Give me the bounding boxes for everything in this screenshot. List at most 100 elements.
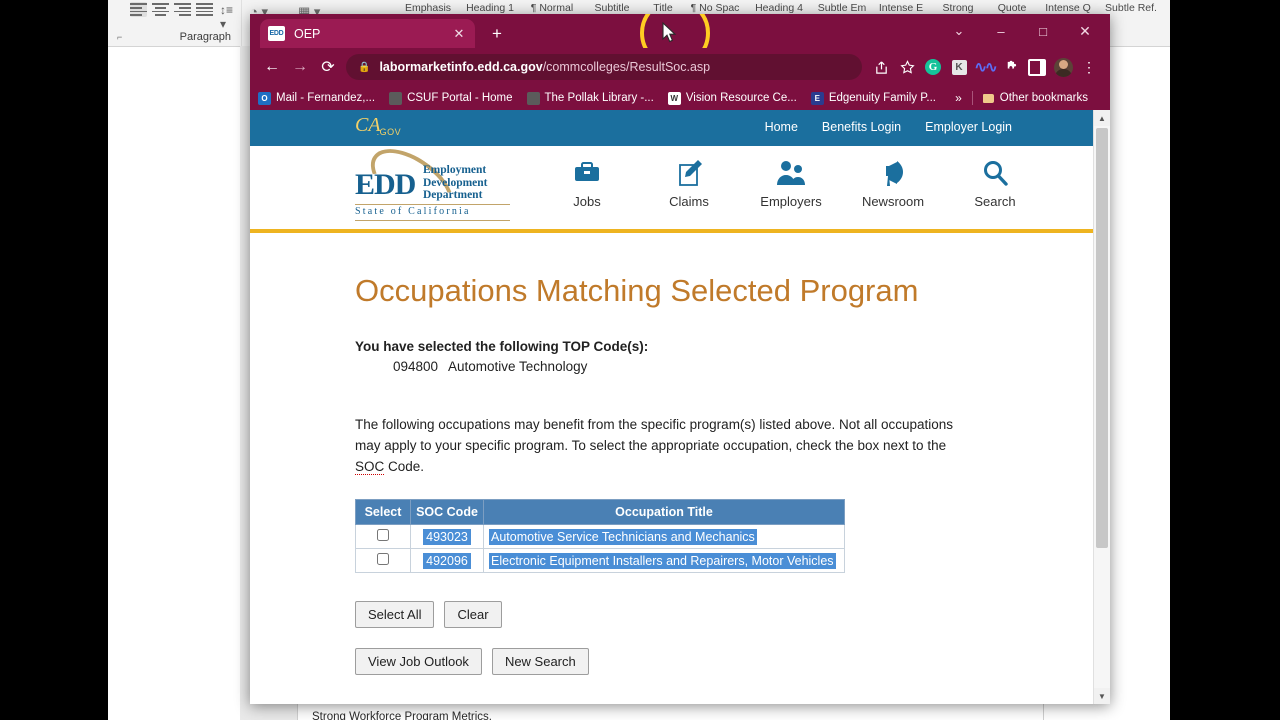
style-gallery-item[interactable]: Heading 4 [746,2,812,14]
tab-close-icon[interactable]: ✕ [451,26,467,42]
page-content: Occupations Matching Selected Program Yo… [250,233,1110,675]
view-job-outlook-button[interactable]: View Job Outlook [355,648,482,675]
edd-main-nav: Jobs Claims Employers Newsroom Search [550,154,1032,209]
browser-tab-oep[interactable]: EDD OEP ✕ [260,19,475,48]
top-link[interactable]: Home [765,120,798,134]
edd-logo[interactable]: EDD Employment Development Department St… [355,135,515,231]
nav-item-claims[interactable]: Claims [652,154,726,209]
bookmarks-overflow-icon[interactable]: » [955,91,962,105]
select-cell [355,524,411,549]
bookmark-item[interactable]: W Vision Resource Ce... [667,91,797,105]
edd-logo-line2: Development [423,176,488,189]
ca-gov-bar: CA.GOV Home Benefits Login Employer Login [250,110,1110,146]
align-justify-icon[interactable] [196,2,213,17]
style-gallery-item[interactable]: Intense Q [1038,2,1098,14]
top-link[interactable]: Employer Login [925,120,1012,134]
edd-logo-line1: Employment [423,164,487,176]
style-gallery-item[interactable]: ¶ Normal [522,2,582,14]
nav-item-employers[interactable]: Employers [754,154,828,209]
style-gallery-item[interactable]: ¶ No Spac [684,2,746,14]
page-title: Occupations Matching Selected Program [355,273,919,308]
address-bar[interactable]: 🔒 labormarketinfo.edd.ca.gov/commcollege… [346,54,862,80]
align-right-icon[interactable] [174,2,191,17]
close-window-button[interactable]: ✕ [1064,17,1106,45]
table-row: 493023 Automotive Service Technicians and… [355,524,845,549]
new-tab-button[interactable]: + [486,23,508,45]
nav-item-newsroom[interactable]: Newsroom [856,154,930,209]
side-panel-icon[interactable] [1024,54,1050,80]
ca-gov-logo[interactable]: CA.GOV [355,114,405,137]
profile-avatar[interactable] [1050,54,1076,80]
line-spacing-icon[interactable]: ↕≡ ▾ [220,3,241,31]
style-gallery-item[interactable]: Heading 1 [458,2,522,14]
row-checkbox[interactable] [377,529,389,541]
people-icon [754,154,828,192]
bookmark-label: CSUF Portal - Home [407,92,513,104]
top-links: Home Benefits Login Employer Login [765,120,1012,134]
new-search-button[interactable]: New Search [491,648,589,675]
bookmark-item[interactable]: E Edgenuity Family P... [810,91,936,105]
occupations-table: Select SOC Code Occupation Title 493023 Aut… [355,499,845,573]
browser-navigation-bar: ← → ⟳ 🔒 labormarketinfo.edd.ca.gov/commc… [250,48,1110,86]
nav-item-jobs[interactable]: Jobs [550,154,624,209]
briefcase-icon [550,154,624,192]
paragraph-dialog-launcher[interactable]: ⌐ [117,32,122,42]
clear-button[interactable]: Clear [444,601,502,628]
button-row-select: Select All Clear [355,601,1110,628]
forward-button[interactable]: → [286,53,314,81]
bookmark-favicon: O [258,91,271,105]
grammarly-extension-icon[interactable]: G [920,54,946,80]
maximize-button[interactable]: □ [1022,17,1064,45]
nav-item-search[interactable]: Search [958,154,1032,209]
bookmark-label: Mail - Fernandez,... [276,92,376,104]
bookmark-favicon: E [810,91,824,105]
style-gallery-item[interactable]: Subtle Em [812,2,872,14]
wave-extension-icon[interactable]: ∿∿ [972,54,998,80]
bookmarks-bar: O Mail - Fernandez,... CSUF Portal - Home T… [250,86,1110,110]
tab-title: OEP [294,26,321,41]
kami-extension-icon[interactable]: K [946,54,972,80]
bookmark-item[interactable]: CSUF Portal - Home [389,91,513,105]
edd-logo-words: Employment Development Department [423,164,488,202]
table-header-select: Select [355,499,411,525]
style-gallery-item[interactable]: Title [642,2,684,14]
style-gallery-item[interactable]: Quote [986,2,1038,14]
style-gallery-item[interactable]: Subtitle [582,2,642,14]
nav-item-label: Employers [760,194,822,209]
style-gallery-item[interactable]: Intense E [872,2,930,14]
row-checkbox[interactable] [377,553,389,565]
minimize-button[interactable]: – [980,17,1022,45]
profile-chevron-icon[interactable]: ⌄ [938,17,980,45]
selected-code-name: Automotive Technology [448,359,588,374]
bookmark-label: The Pollak Library -... [544,92,654,104]
style-gallery-item[interactable]: Emphasis [398,2,458,14]
document-text-line: Strong Workforce Program Metrics. [312,711,493,720]
page-scrollbar[interactable]: ▲ ▼ [1093,110,1110,704]
style-gallery-item[interactable]: Subtle Ref. [1098,2,1164,14]
bookmark-item[interactable]: O Mail - Fernandez,... [258,91,376,105]
soc-code-cell: 493023 [410,524,484,549]
extensions-puzzle-icon[interactable] [998,54,1024,80]
soc-code-value: 493023 [423,528,471,545]
scroll-down-arrow[interactable]: ▼ [1094,688,1110,704]
table-body: 493023 Automotive Service Technicians and… [355,524,845,573]
reload-button[interactable]: ⟳ [314,53,342,81]
share-icon[interactable] [868,54,894,80]
scroll-up-arrow[interactable]: ▲ [1094,110,1110,126]
other-bookmarks-folder[interactable]: Other bookmarks [982,92,1088,104]
occupation-title-value: Electronic Equipment Installers and Repa… [489,552,836,569]
magnifier-icon [958,154,1032,192]
scrollbar-thumb[interactable] [1096,128,1108,548]
sqc-abbr: SOC [355,459,385,475]
back-button[interactable]: ← [258,53,286,81]
align-center-icon[interactable] [152,2,169,17]
nav-item-label: Search [974,194,1016,209]
star-bookmark-icon[interactable] [894,54,920,80]
align-left-icon[interactable] [130,2,147,17]
style-gallery-item[interactable]: Strong [930,2,986,14]
megaphone-icon [856,154,930,192]
bookmark-item[interactable]: The Pollak Library -... [526,91,654,105]
select-all-button[interactable]: Select All [355,601,435,628]
three-dot-menu-icon[interactable]: ⋮ [1076,54,1102,80]
top-link[interactable]: Benefits Login [822,120,901,134]
